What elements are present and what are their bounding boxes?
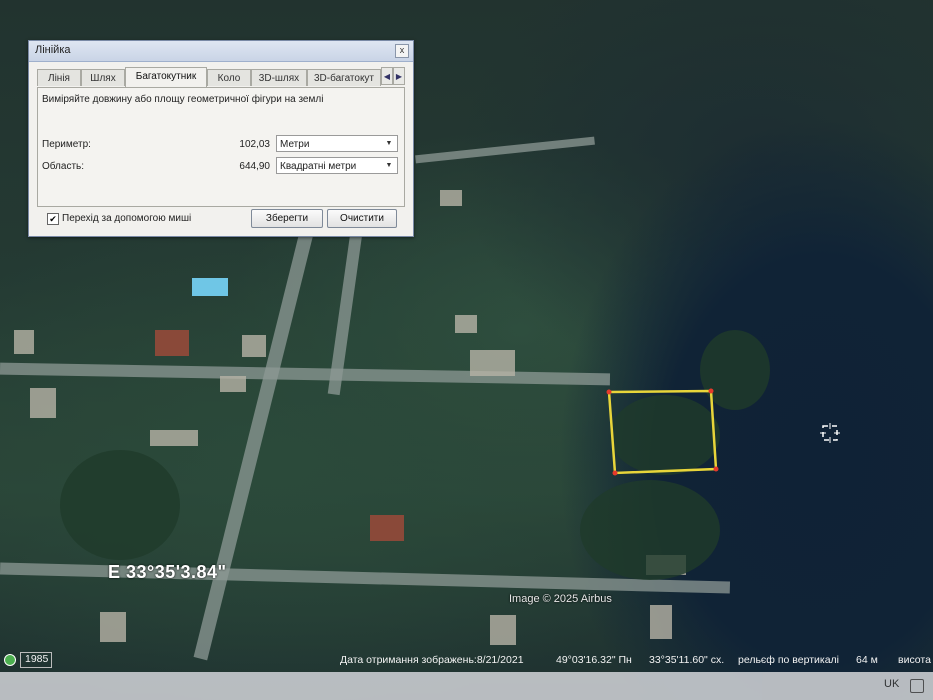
area-unit-value: Квадратні метри [280,161,357,172]
dialog-title: Лінійка [35,44,71,56]
clear-button[interactable]: Очистити [327,209,397,228]
close-button[interactable]: x [395,44,409,58]
notification-icon[interactable] [910,679,924,693]
tab-3d-polygon[interactable]: 3D-багатокут [307,69,381,86]
capture-date: Дата отримання зображень:8/21/2021 [340,654,524,666]
taskbar: UK [0,672,933,700]
tabs-scroll-left-icon[interactable]: ◀ [381,67,393,85]
instruction-text: Виміряйте довжину або площу геометричної… [42,94,324,105]
elevation-value: 64 м [856,654,878,666]
mouse-navigation-checkbox[interactable]: ✔ [47,213,59,225]
chevron-down-icon: ▼ [385,140,393,147]
crosshair-cursor-icon [820,423,840,443]
dialog-titlebar[interactable]: Лінійка x [29,41,413,62]
polygon-vertex[interactable] [612,470,618,476]
ruler-tabs: Лінія Шлях Багатокутник Коло 3D-шлях 3D-… [37,67,405,87]
imagery-year: 1985 [25,653,49,665]
perimeter-value: 102,03 [239,139,270,150]
status-bar: 1985 Дата отримання зображень:8/21/2021 … [0,650,933,672]
tab-path[interactable]: Шлях [81,69,125,86]
save-button[interactable]: Зберегти [251,209,323,228]
polygon-vertex[interactable] [606,389,612,395]
polygon-panel: Виміряйте довжину або площу геометричної… [37,87,405,207]
mouse-navigation-label: Перехід за допомогою миші [62,213,192,224]
tab-circle[interactable]: Коло [207,69,251,86]
area-value: 644,90 [239,161,270,172]
longitude-line-label: E 33°35'3.84" [108,562,227,582]
area-label: Область: [42,161,85,172]
historical-imagery-icon[interactable] [4,654,16,666]
tabs-scroll-right-icon[interactable]: ▶ [393,67,405,85]
perimeter-unit-value: Метри [280,139,310,150]
imagery-copyright: Image © 2025 Airbus [509,593,612,605]
elevation-label: рельєф по вертикалі [738,654,839,666]
cursor-latitude: 49°03'16.32" Пн [556,654,632,666]
tab-3d-path[interactable]: 3D-шлях [251,69,307,86]
polygon-vertex[interactable] [713,466,719,472]
ruler-dialog: Лінійка x Лінія Шлях Багатокутник Коло 3… [28,40,414,237]
tab-line[interactable]: Лінія [37,69,81,86]
altitude-label: висота [898,654,931,666]
area-unit-select[interactable]: Квадратні метри ▼ [276,157,398,174]
language-indicator[interactable]: UK [884,678,899,690]
perimeter-unit-select[interactable]: Метри ▼ [276,135,398,152]
tab-polygon[interactable]: Багатокутник [125,67,207,87]
cursor-longitude: 33°35'11.60" сх. [649,654,725,666]
chevron-down-icon: ▼ [385,162,393,169]
perimeter-label: Периметр: [42,139,91,150]
polygon-vertex[interactable] [708,388,714,394]
